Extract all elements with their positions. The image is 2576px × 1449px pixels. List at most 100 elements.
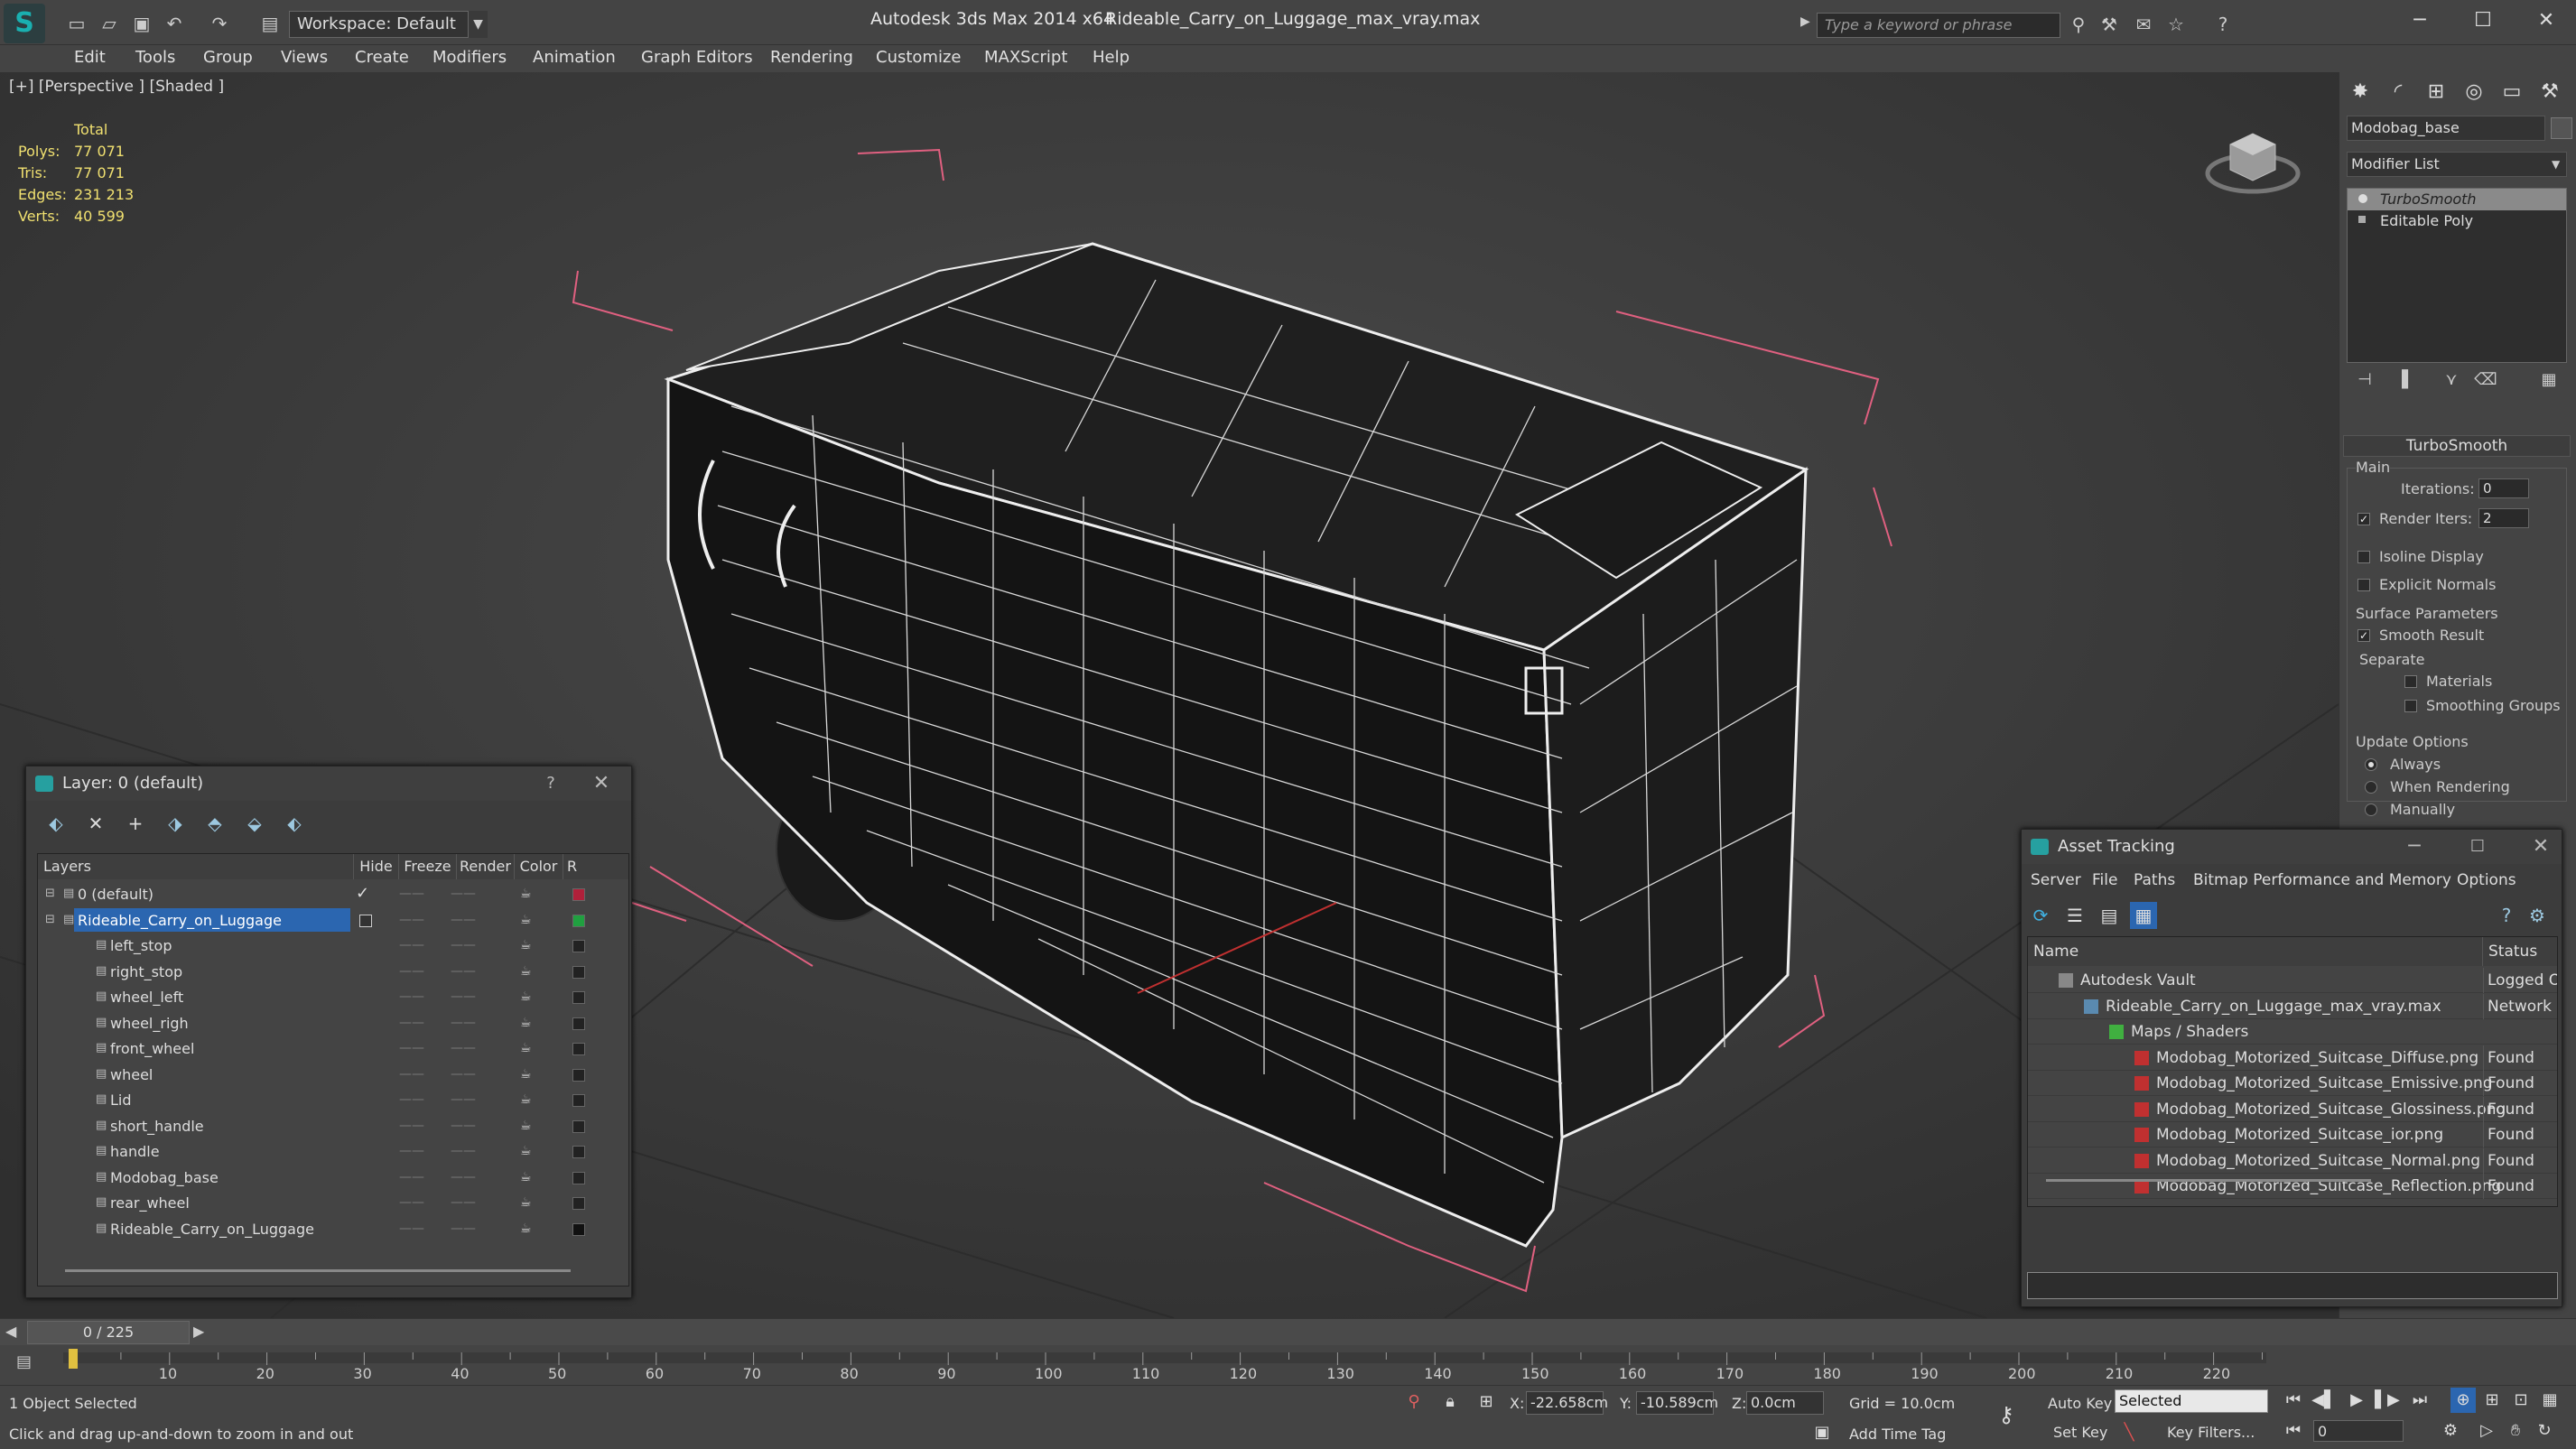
- new-file-icon[interactable]: ▭: [65, 13, 88, 34]
- update-manually-radio[interactable]: [2365, 803, 2377, 816]
- horizontal-scrollbar[interactable]: [65, 1269, 571, 1272]
- hide-toggle[interactable]: ——: [399, 907, 424, 933]
- layer-color-swatch[interactable]: [572, 1197, 585, 1210]
- asset-row[interactable]: Modobag_Motorized_Suitcase_Emissive.png F…: [2028, 1071, 2557, 1096]
- highlight-layer-icon[interactable]: ⬘: [201, 810, 228, 837]
- layer-name[interactable]: wheel_righ: [107, 1011, 350, 1035]
- asset-row[interactable]: Maps / Shaders: [2028, 1019, 2557, 1045]
- asset-row[interactable]: Modobag_Motorized_Suitcase_Glossiness.pn…: [2028, 1096, 2557, 1122]
- hierarchy-tab-icon[interactable]: ⊞: [2421, 78, 2451, 107]
- track-bar[interactable]: ▤ 10 20 30 40 50 60 70 80 90 100 110 120 130 140 150 16…: [0, 1345, 2275, 1385]
- freeze-toggle[interactable]: ——: [451, 984, 476, 1009]
- layer-color-swatch[interactable]: [572, 914, 585, 927]
- auto-key-button[interactable]: Auto Key: [2048, 1395, 2112, 1412]
- subscription-icon[interactable]: ⚒: [2097, 13, 2122, 36]
- key-icon[interactable]: ⚷: [1994, 1402, 2019, 1427]
- layer-color-swatch[interactable]: [572, 888, 585, 901]
- make-unique-icon[interactable]: ⋎: [2439, 370, 2464, 395]
- app-logo-icon[interactable]: S: [4, 4, 45, 43]
- freeze-toggle[interactable]: ——: [451, 1036, 476, 1061]
- freeze-toggle[interactable]: ——: [451, 933, 476, 958]
- asset-row[interactable]: Rideable_Carry_on_Luggage_max_vray.max Ne…: [2028, 993, 2557, 1019]
- smooth-result-checkbox[interactable]: ✓: [2357, 629, 2370, 642]
- expand-icon[interactable]: ⊟: [45, 913, 58, 926]
- layer-color-swatch[interactable]: [572, 1146, 585, 1158]
- close-icon[interactable]: ✕: [2527, 833, 2554, 860]
- column-header-hide[interactable]: Hide: [354, 854, 399, 879]
- column-header-color[interactable]: Color: [515, 854, 563, 879]
- utilities-tab-icon[interactable]: ⚒: [2534, 78, 2565, 107]
- menu-modifiers[interactable]: Modifiers: [432, 48, 507, 67]
- render-teapot-icon[interactable]: ☕︎: [520, 933, 532, 958]
- orbit-icon[interactable]: ↻: [2532, 1418, 2557, 1444]
- time-config-icon[interactable]: ⚙: [2438, 1418, 2463, 1444]
- layer-row[interactable]: ▤ rear_wheel —— —— ☕︎: [38, 1190, 628, 1215]
- render-teapot-icon[interactable]: ☕︎: [520, 1165, 532, 1190]
- hide-toggle[interactable]: ——: [399, 933, 424, 958]
- menu-help[interactable]: Help: [1093, 48, 1130, 67]
- render-teapot-icon[interactable]: ☕︎: [520, 1138, 532, 1164]
- asset-menu-bitmap-performance[interactable]: Bitmap Performance and Memory: [2193, 871, 2451, 889]
- asset-row[interactable]: Autodesk Vault Logged O: [2028, 968, 2557, 993]
- layer-row[interactable]: ▤ right_stop —— —— ☕︎: [38, 959, 628, 984]
- vault-settings-icon[interactable]: ⚙: [2524, 902, 2551, 929]
- help-icon[interactable]: ?: [2210, 13, 2236, 36]
- column-header-name[interactable]: Name: [2028, 937, 2483, 966]
- goto-start-icon[interactable]: ⏮: [2281, 1388, 2306, 1413]
- iterations-spinner[interactable]: 0: [2478, 478, 2529, 498]
- layer-name[interactable]: front_wheel: [107, 1036, 350, 1060]
- menu-animation[interactable]: Animation: [533, 48, 616, 67]
- modify-tab-icon[interactable]: ◜: [2383, 78, 2413, 107]
- close-icon[interactable]: ✕: [2528, 7, 2564, 34]
- menu-rendering[interactable]: Rendering: [770, 48, 853, 67]
- search-expand-icon[interactable]: ▶: [1800, 14, 1810, 29]
- field-of-view-icon[interactable]: ▷: [2474, 1418, 2499, 1444]
- minimize-icon[interactable]: ─: [2401, 833, 2428, 860]
- render-teapot-icon[interactable]: ☕︎: [520, 1113, 532, 1138]
- menu-group[interactable]: Group: [203, 48, 253, 67]
- redo-icon[interactable]: ↷: [208, 13, 231, 34]
- layer-row[interactable]: ▤ Rideable_Carry_on_Luggage —— —— ☕︎: [38, 1216, 628, 1241]
- freeze-toggle[interactable]: ——: [451, 907, 476, 933]
- hide-toggle[interactable]: ——: [399, 984, 424, 1009]
- render-teapot-icon[interactable]: ☕︎: [520, 907, 532, 933]
- update-always-radio[interactable]: [2365, 758, 2377, 771]
- freeze-toggle[interactable]: ——: [451, 1062, 476, 1087]
- z-coordinate-field[interactable]: 0.0cm: [1746, 1391, 1824, 1415]
- search-input[interactable]: Type a keyword or phrase: [1817, 13, 2060, 38]
- render-teapot-icon[interactable]: ☕︎: [520, 1010, 532, 1036]
- asset-menu-server[interactable]: Server: [2031, 871, 2081, 889]
- freeze-toggle[interactable]: ——: [451, 1216, 476, 1241]
- configure-modifier-sets-icon[interactable]: ▦: [2536, 370, 2562, 395]
- asset-menu-options[interactable]: Options: [2457, 871, 2516, 889]
- asset-row[interactable]: Modobag_Motorized_Suitcase_Normal.png Fou…: [2028, 1147, 2557, 1174]
- lightbulb-icon[interactable]: [2358, 194, 2367, 203]
- render-iters-checkbox[interactable]: ✓: [2357, 513, 2370, 525]
- stack-item-editable-poly[interactable]: Editable Poly: [2348, 210, 2566, 232]
- next-frame-icon[interactable]: ▶: [193, 1323, 204, 1340]
- select-objects-icon[interactable]: ⬗: [162, 810, 189, 837]
- menu-tools[interactable]: Tools: [135, 48, 175, 67]
- isolate-selection-icon[interactable]: ⚲: [1401, 1389, 1427, 1415]
- layer-color-swatch[interactable]: [572, 991, 585, 1004]
- communication-icon[interactable]: ✉: [2131, 13, 2156, 36]
- hide-toggle[interactable]: ——: [399, 1087, 424, 1112]
- layer-row[interactable]: ⊟ ▤ 0 (default) ✓ —— —— ☕︎: [38, 881, 628, 906]
- menu-maxscript[interactable]: MAXScript: [984, 48, 1067, 67]
- project-folder-icon[interactable]: ▤: [258, 13, 282, 34]
- freeze-toggle[interactable]: ——: [451, 1190, 476, 1215]
- asset-path-field[interactable]: [2027, 1272, 2558, 1299]
- hide-toggle[interactable]: ——: [399, 1216, 424, 1241]
- explicit-normals-checkbox[interactable]: [2357, 579, 2370, 591]
- freeze-toggle[interactable]: ——: [451, 1138, 476, 1164]
- open-file-icon[interactable]: ▱: [98, 13, 121, 34]
- chevron-down-icon[interactable]: ▼: [468, 11, 488, 38]
- layer-name[interactable]: rear_wheel: [107, 1191, 350, 1214]
- layer-name[interactable]: handle: [107, 1139, 350, 1163]
- layer-row[interactable]: ▤ handle —— —— ☕︎: [38, 1138, 628, 1164]
- hide-toggle[interactable]: ——: [399, 1010, 424, 1036]
- mini-curve-editor-icon[interactable]: ▤: [16, 1352, 32, 1371]
- hide-toggle[interactable]: ——: [399, 959, 424, 984]
- hide-toggle[interactable]: ——: [399, 1190, 424, 1215]
- pin-stack-icon[interactable]: ⊣: [2352, 370, 2377, 395]
